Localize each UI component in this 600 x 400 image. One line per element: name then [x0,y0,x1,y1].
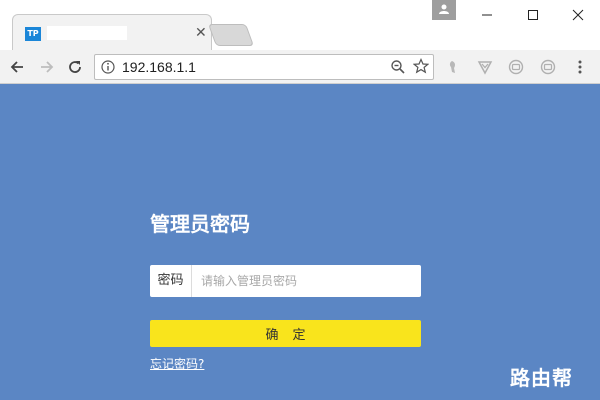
menu-icon[interactable] [575,59,585,75]
user-icon [439,4,449,14]
forward-button[interactable] [36,56,58,78]
profile-button[interactable] [432,0,456,20]
router-login-page: 管理员密码 密码 确定 忘记密码? 路由帮 [0,85,600,400]
zoom-icon[interactable] [390,59,406,75]
watermark: 路由帮 [510,366,573,390]
password-input[interactable] [193,265,419,297]
minimize-icon [482,14,492,16]
close-window-button[interactable] [555,0,600,30]
address-text: 192.168.1.1 [122,59,196,75]
extension-icon[interactable] [540,59,556,75]
close-icon [572,9,584,21]
star-icon[interactable] [413,58,429,74]
tab-close-icon[interactable]: ✕ [195,24,207,42]
reload-button[interactable] [64,56,86,78]
password-field: 密码 [150,265,421,297]
browser-toolbar: 192.168.1.1 [0,50,600,84]
back-button[interactable] [6,56,28,78]
reload-icon [69,61,81,73]
forgot-password-link[interactable]: 忘记密码? [150,355,204,372]
new-tab-button[interactable] [207,24,255,46]
adblock-icon[interactable] [477,59,493,75]
page-title: 管理员密码 [150,212,250,236]
browser-titlebar: TP ✕ [0,0,600,50]
forward-icon [41,61,54,73]
address-bar[interactable]: 192.168.1.1 [94,54,434,80]
extension-icon[interactable] [508,59,524,75]
info-icon[interactable] [101,60,115,74]
minimize-button[interactable] [464,0,510,30]
maximize-button[interactable] [510,0,556,30]
maximize-icon [528,10,538,20]
back-icon [10,61,23,73]
extension-icon[interactable] [446,59,462,75]
confirm-button[interactable]: 确定 [150,320,421,347]
browser-tab[interactable]: TP ✕ [12,14,212,50]
tp-link-favicon: TP [25,27,41,41]
password-label: 密码 [150,265,192,297]
tab-title [47,26,127,40]
